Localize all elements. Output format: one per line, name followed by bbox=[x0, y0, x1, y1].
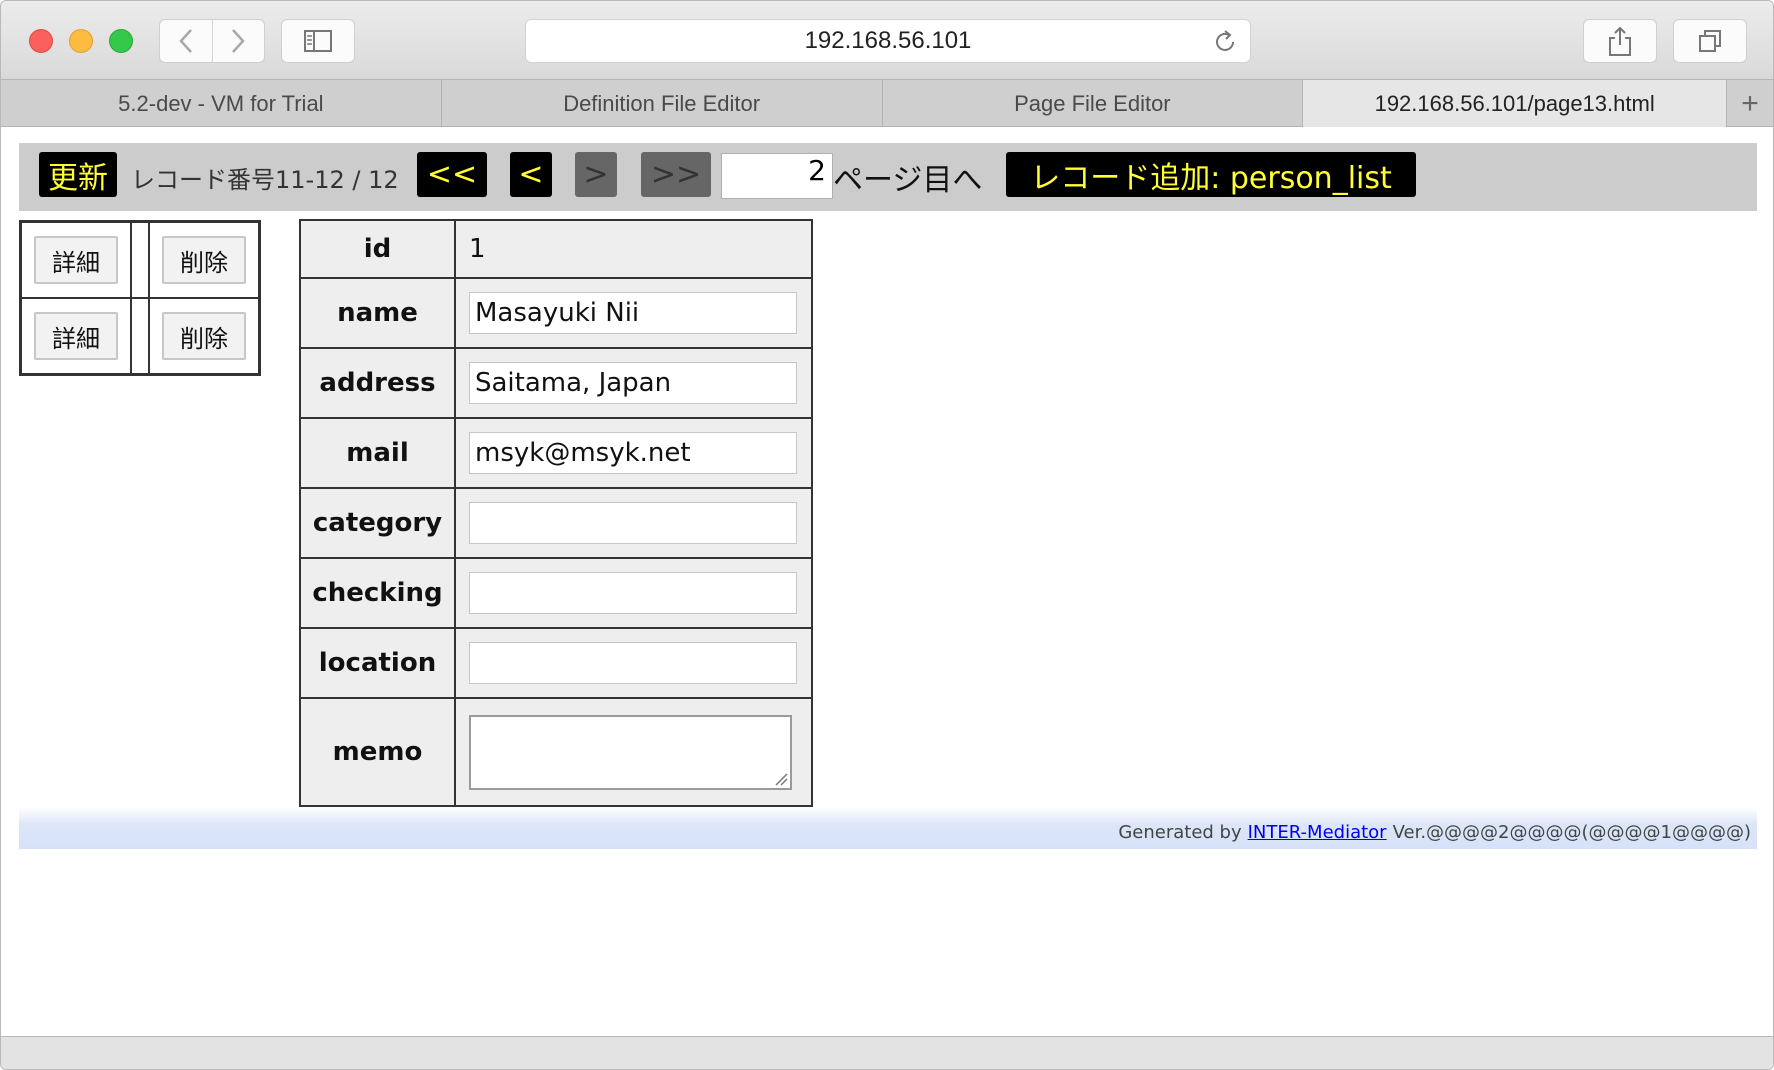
detail-cell: 詳細 bbox=[21, 298, 131, 374]
minimize-window-button[interactable] bbox=[69, 29, 93, 53]
delete-cell: 削除 bbox=[149, 222, 259, 298]
detail-button[interactable]: 詳細 bbox=[34, 236, 118, 284]
history-nav bbox=[159, 19, 265, 63]
record-detail: id 1 name Masayuki Nii address Saitama, … bbox=[299, 219, 813, 807]
field-label-location: location bbox=[299, 627, 456, 699]
new-tab-button[interactable]: + bbox=[1727, 80, 1773, 127]
checking-input[interactable] bbox=[469, 572, 797, 614]
field-label-mail: mail bbox=[299, 417, 456, 489]
field-label-category: category bbox=[299, 487, 456, 559]
detail-cell: 詳細 bbox=[21, 222, 131, 298]
tab-page-editor[interactable]: Page File Editor bbox=[883, 80, 1304, 127]
detail-row-id: id 1 bbox=[299, 219, 813, 279]
plus-icon: + bbox=[1741, 86, 1759, 120]
detail-row-location: location bbox=[299, 627, 813, 699]
show-all-tabs-button[interactable] bbox=[1673, 19, 1747, 63]
mail-input[interactable]: msyk@msyk.net bbox=[469, 432, 797, 474]
tab-definition-editor[interactable]: Definition File Editor bbox=[442, 80, 883, 127]
tab-bar: 5.2-dev - VM for Trial Definition File E… bbox=[1, 80, 1773, 127]
forward-button[interactable] bbox=[211, 20, 265, 62]
separator-cell bbox=[131, 222, 149, 298]
resize-grip-icon[interactable] bbox=[774, 772, 788, 786]
field-cell-mail: msyk@msyk.net bbox=[454, 417, 813, 489]
tab-label: Definition File Editor bbox=[563, 90, 761, 116]
memo-textarea[interactable] bbox=[469, 714, 792, 790]
field-label-address: address bbox=[299, 347, 456, 419]
address-input[interactable]: Saitama, Japan bbox=[469, 362, 797, 404]
tab-label: Page File Editor bbox=[1014, 90, 1171, 116]
sidebar-toggle-button[interactable] bbox=[281, 19, 355, 63]
footer-prefix: Generated by bbox=[1118, 822, 1242, 843]
record-info: レコード番号11-12 / 12 bbox=[131, 165, 399, 194]
field-cell-address: Saitama, Japan bbox=[454, 347, 813, 419]
tab-vm-trial[interactable]: 5.2-dev - VM for Trial bbox=[1, 80, 442, 127]
field-label-id: id bbox=[299, 219, 456, 279]
share-icon bbox=[1609, 26, 1631, 56]
field-cell-memo bbox=[454, 697, 813, 807]
inter-mediator-link[interactable]: INTER-Mediator bbox=[1248, 822, 1387, 843]
record-list: 詳細 削除 詳細 削除 bbox=[19, 220, 261, 376]
reload-icon[interactable] bbox=[1212, 29, 1238, 55]
category-input[interactable] bbox=[469, 502, 797, 544]
delete-button[interactable]: 削除 bbox=[162, 236, 246, 284]
record-navigator: 更新 レコード番号11-12 / 12 << < > >> 2 ページ目へ レコ… bbox=[19, 143, 1757, 211]
detail-row-mail: mail msyk@msyk.net bbox=[299, 417, 813, 489]
status-bar bbox=[1, 1036, 1773, 1069]
title-bar: 192.168.56.101 bbox=[1, 1, 1773, 80]
last-page-button[interactable]: >> bbox=[641, 152, 711, 197]
field-cell-name: Masayuki Nii bbox=[454, 277, 813, 349]
table-row: 詳細 削除 bbox=[21, 298, 259, 374]
detail-row-address: address Saitama, Japan bbox=[299, 347, 813, 419]
tab-label: 5.2-dev - VM for Trial bbox=[118, 90, 324, 116]
url-text: 192.168.56.101 bbox=[804, 27, 972, 54]
page-suffix-label: ページ目へ bbox=[833, 163, 983, 198]
tab-page13[interactable]: 192.168.56.101/page13.html bbox=[1303, 80, 1728, 127]
delete-cell: 削除 bbox=[149, 298, 259, 374]
footer: Generated by INTER-Mediator Ver.@@@@2@@@… bbox=[19, 807, 1757, 849]
field-label-name: name bbox=[299, 277, 456, 349]
back-button[interactable] bbox=[160, 20, 212, 62]
name-input[interactable]: Masayuki Nii bbox=[469, 292, 797, 334]
footer-version: Ver.@@@@2@@@@(@@@@1@@@@) bbox=[1392, 822, 1751, 843]
page-content: 更新 レコード番号11-12 / 12 << < > >> 2 ページ目へ レコ… bbox=[1, 128, 1773, 1036]
maximize-window-button[interactable] bbox=[109, 29, 133, 53]
field-label-checking: checking bbox=[299, 557, 456, 629]
field-cell-checking bbox=[454, 557, 813, 629]
table-row: 詳細 削除 bbox=[21, 222, 259, 298]
separator-cell bbox=[131, 298, 149, 374]
prev-page-button[interactable]: < bbox=[510, 152, 552, 197]
first-page-button[interactable]: << bbox=[417, 152, 487, 197]
close-window-button[interactable] bbox=[29, 29, 53, 53]
detail-button[interactable]: 詳細 bbox=[34, 312, 118, 360]
chevron-right-icon bbox=[232, 29, 245, 53]
next-page-button[interactable]: > bbox=[575, 152, 617, 197]
tabs-overview-icon bbox=[1699, 30, 1721, 52]
tab-label: 192.168.56.101/page13.html bbox=[1374, 90, 1655, 116]
sidebar-icon bbox=[304, 30, 332, 52]
delete-button[interactable]: 削除 bbox=[162, 312, 246, 360]
detail-row-checking: checking bbox=[299, 557, 813, 629]
refresh-button[interactable]: 更新 bbox=[39, 152, 117, 197]
browser-window: 192.168.56.101 5.2-dev - VM for Trial De… bbox=[0, 0, 1774, 1070]
detail-row-memo: memo bbox=[299, 697, 813, 807]
detail-row-category: category bbox=[299, 487, 813, 559]
field-label-memo: memo bbox=[299, 697, 456, 807]
share-button[interactable] bbox=[1583, 19, 1657, 63]
chevron-left-icon bbox=[179, 29, 192, 53]
add-record-button[interactable]: レコード追加: person_list bbox=[1006, 152, 1416, 197]
page-number-input[interactable]: 2 bbox=[721, 153, 833, 199]
field-cell-location bbox=[454, 627, 813, 699]
detail-row-name: name Masayuki Nii bbox=[299, 277, 813, 349]
location-input[interactable] bbox=[469, 642, 797, 684]
address-bar[interactable]: 192.168.56.101 bbox=[525, 19, 1251, 63]
field-cell-category bbox=[454, 487, 813, 559]
field-value-id: 1 bbox=[454, 219, 813, 279]
